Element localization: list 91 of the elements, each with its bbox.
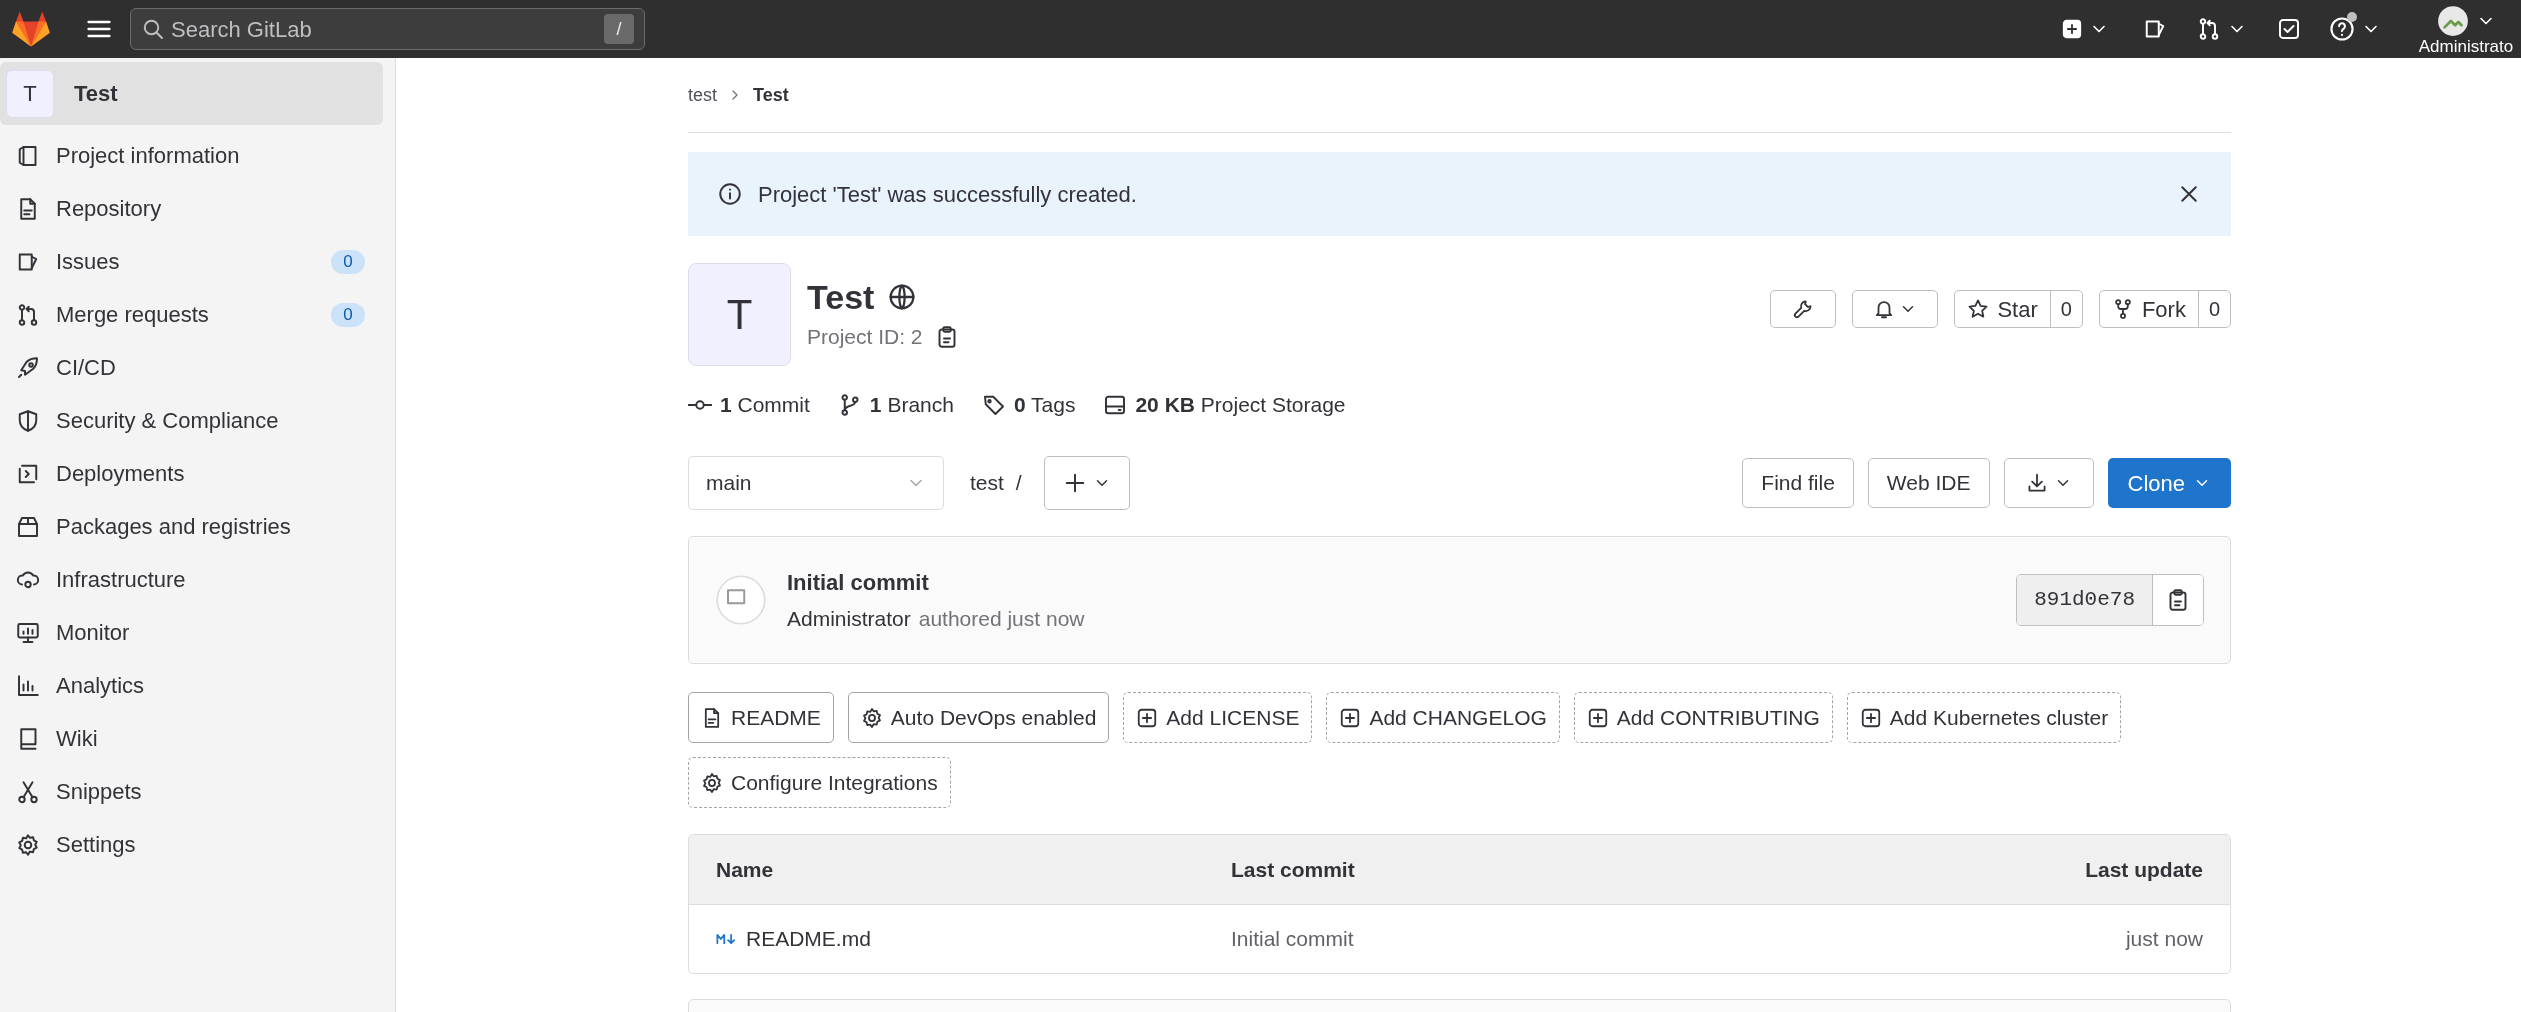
- project-name: Test: [74, 80, 118, 108]
- sidebar-item[interactable]: Merge requests 0: [0, 288, 395, 341]
- todo-button[interactable]: [2277, 17, 2301, 41]
- gear-icon: [701, 771, 723, 794]
- shield-icon: [16, 408, 40, 433]
- info-icon: [718, 182, 742, 206]
- plus-square-icon: [2061, 18, 2083, 40]
- sidebar-item[interactable]: Project information: [0, 129, 395, 182]
- search-field[interactable]: Search GitLab: [171, 12, 598, 46]
- plus-square-icon: [1136, 706, 1159, 729]
- sidebar-item[interactable]: Issues 0: [0, 235, 395, 288]
- quick-action-button[interactable]: Add CONTRIBUTING: [1573, 692, 1833, 743]
- sidebar-item[interactable]: Repository: [0, 182, 395, 235]
- web-ide-button[interactable]: Web IDE: [1867, 458, 1990, 508]
- project-item[interactable]: T Test: [0, 62, 383, 125]
- plus-square-icon: [1339, 706, 1362, 729]
- sidebar-item[interactable]: Security & Compliance: [0, 394, 395, 447]
- quick-action-button[interactable]: README: [688, 692, 834, 743]
- merge-request-icon: [16, 302, 40, 327]
- help-icon: [2329, 16, 2355, 42]
- gitlab-logo-icon[interactable]: [11, 10, 51, 48]
- search-icon: [141, 17, 165, 41]
- breadcrumb-link[interactable]: test: [688, 81, 717, 109]
- path-link[interactable]: test: [970, 467, 1004, 499]
- user-name: Administrato: [2418, 38, 2514, 56]
- sidebar-item[interactable]: Settings: [0, 818, 395, 871]
- commit-title[interactable]: Initial commit: [787, 565, 1085, 599]
- search-bar[interactable]: Search GitLab /: [130, 8, 645, 50]
- quick-action-button[interactable]: Add Kubernetes cluster: [1846, 692, 2122, 743]
- project-avatar: T: [688, 263, 791, 366]
- chart-icon: [16, 673, 40, 698]
- branch-dropdown[interactable]: main: [688, 456, 944, 510]
- count: 0: [2207, 297, 2221, 322]
- rocket-icon: [16, 355, 40, 380]
- commit-sha[interactable]: 891d0e78: [2017, 575, 2153, 625]
- settings-button[interactable]: [1770, 290, 1837, 328]
- path-separator: /: [1015, 470, 1022, 497]
- plus-square-icon: [1859, 706, 1882, 729]
- quick-action-button[interactable]: Auto DevOps enabled: [847, 692, 1110, 743]
- sidebar-item[interactable]: Deployments: [0, 447, 395, 500]
- stat-link[interactable]: 1 Branch: [837, 389, 954, 421]
- star-button[interactable]: Star 0: [1954, 290, 2083, 328]
- sidebar-item[interactable]: Monitor: [0, 606, 395, 659]
- stat-link[interactable]: 0 Tags: [981, 389, 1076, 421]
- stat-link[interactable]: 1 Commit: [688, 389, 810, 421]
- tag-icon: [981, 393, 1006, 417]
- sidebar-item[interactable]: CI/CD: [0, 341, 395, 394]
- package-icon: [16, 514, 40, 539]
- todo-icon: [2277, 17, 2301, 41]
- keyboard-shortcut-hint: /: [604, 14, 634, 44]
- fork-button[interactable]: Fork 0: [2098, 290, 2231, 328]
- alert-message: Project 'Test' was successfully created.: [758, 180, 1138, 209]
- quick-action-button[interactable]: Add LICENSE: [1123, 692, 1313, 743]
- file-link[interactable]: README.md: [746, 923, 871, 955]
- column-header: Last commit: [1231, 856, 1356, 883]
- clone-button[interactable]: Clone: [2107, 458, 2231, 508]
- sidebar-item[interactable]: Snippets: [0, 765, 395, 818]
- quick-action-button[interactable]: Add CHANGELOG: [1326, 692, 1560, 743]
- sidebar-item[interactable]: Packages and registries: [0, 500, 395, 553]
- monitor-icon: [16, 620, 40, 645]
- storage-icon: [1103, 393, 1128, 417]
- commit-link[interactable]: Initial commit: [1231, 923, 1903, 955]
- quick-action-button[interactable]: Configure Integrations: [688, 757, 951, 808]
- scissors-icon: [16, 779, 40, 804]
- plus-square-icon: [1586, 706, 1609, 729]
- count: 0: [2059, 297, 2073, 322]
- sidebar-item[interactable]: Analytics: [0, 659, 395, 712]
- breadcrumb-link[interactable]: Test: [753, 81, 789, 109]
- notification-button[interactable]: [1852, 290, 1939, 328]
- sidebar-item[interactable]: Wiki: [0, 712, 395, 765]
- gear-icon: [860, 706, 883, 729]
- table-cell-text: just now: [2124, 926, 2203, 953]
- column-header: Last update: [2084, 856, 2203, 883]
- download-button[interactable]: [2003, 458, 2094, 508]
- project-avatar: T: [6, 69, 54, 118]
- count-badge: 0: [331, 302, 365, 327]
- sidebar-item[interactable]: Infrastructure: [0, 553, 395, 606]
- project-title: Test: [807, 277, 875, 317]
- author-link[interactable]: Administrator: [787, 602, 911, 635]
- count-badge: 0: [331, 249, 365, 274]
- globe-icon: [888, 283, 917, 311]
- settings-icon: [16, 832, 40, 857]
- stat-link[interactable]: 20 KB Project Storage: [1103, 389, 1346, 421]
- find-file-button[interactable]: Find file: [1742, 458, 1854, 508]
- avatar-icon: [715, 574, 767, 626]
- commit-time: authored just now: [918, 605, 1085, 632]
- star-icon: [1967, 298, 1990, 320]
- column-header: Name: [716, 856, 775, 883]
- copy-button[interactable]: [2153, 575, 2203, 625]
- merge-request-icon: [2197, 17, 2221, 41]
- project-id: Project ID: 2: [807, 324, 923, 350]
